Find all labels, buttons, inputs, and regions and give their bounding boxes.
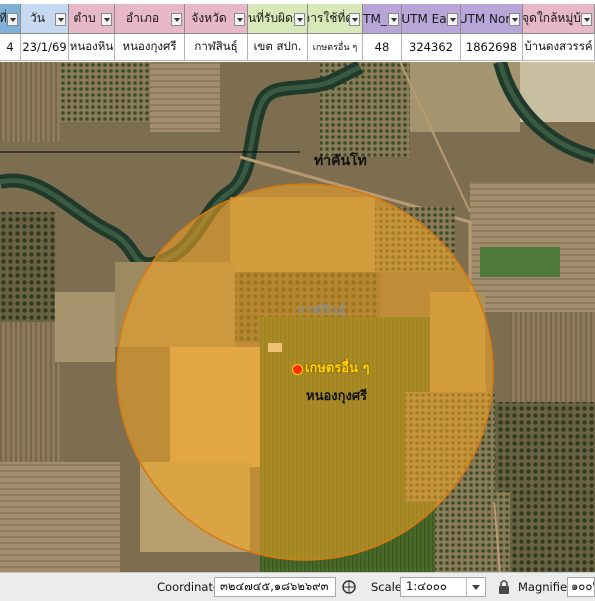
watermark-label: กาฬสินธุ์ [297, 303, 346, 318]
table-cell[interactable]: หนองกุงศรี [115, 34, 185, 61]
column-header-label: ที่ [0, 9, 7, 28]
column-header[interactable]: UTM Nor [461, 4, 523, 34]
table-cell[interactable]: 324362 [402, 34, 461, 61]
column-header[interactable]: วัน [21, 4, 69, 34]
column-header-label: UTM Nor [461, 11, 511, 26]
table-cell[interactable]: 4 [0, 34, 21, 61]
table-cell[interactable]: บ้านดงสวรรค์ [523, 34, 595, 61]
column-header[interactable]: จุดใกล้หมู่บ้ [523, 4, 595, 34]
column-header-label: จังหวัด [191, 11, 227, 25]
table-cell[interactable]: หนองหิน [69, 34, 115, 61]
filter-dropdown-icon[interactable] [171, 13, 182, 26]
lock-icon[interactable] [498, 573, 510, 601]
table-cell[interactable]: เกษตรอื่น ๆ [308, 34, 363, 61]
filter-dropdown-icon[interactable] [349, 13, 360, 26]
filter-dropdown-icon[interactable] [388, 13, 399, 26]
filter-dropdown-icon[interactable] [447, 13, 458, 26]
column-header[interactable]: พื้นที่รับผิดช [248, 4, 308, 34]
header-row: ที่ วัน ตำบ อำเภอ จังหวัด พื้นที่รับผิดชการใช… [0, 4, 595, 34]
coordinate-field[interactable]: ๓๒๔๗๔๕,๑๘๖๒๖๙๓ [214, 577, 336, 597]
scale-label: Scale [371, 580, 402, 594]
status-bar: Coordinate ๓๒๔๗๔๕,๑๘๖๒๖๙๓ Scale 1:๔๐๐๐ M… [0, 572, 595, 601]
attribute-table: ที่ วัน ตำบ อำเภอ จังหวัด พื้นที่รับผิดชการใช… [0, 0, 595, 63]
column-header[interactable]: จังหวัด [185, 4, 248, 34]
filter-dropdown-icon[interactable] [101, 13, 112, 26]
column-header-label: การใช้ที่ด [308, 11, 354, 25]
landuse-label: เกษตรอื่น ๆ [305, 361, 370, 376]
column-header-label: TM_ [363, 11, 387, 26]
column-header[interactable]: UTM Ea [402, 4, 461, 34]
table-cell[interactable]: 23/1/69 [21, 34, 69, 61]
column-header-label: ตำบ [73, 11, 96, 25]
column-header[interactable]: อำเภอ [115, 4, 185, 34]
location-point-marker[interactable] [292, 364, 303, 375]
table-cell[interactable]: เขต สปก. [248, 34, 308, 61]
magnifier-label: Magnifier [518, 580, 572, 594]
magnifier-value: ๑๐๐% [571, 579, 594, 593]
column-header-label: อำเภอ [125, 11, 160, 25]
scale-value: 1:๔๐๐๐ [406, 579, 447, 593]
table-row: 4 23/1/69 หนองหิน หนองกุงศรี กาฬสินธุ์ เขต สป… [0, 34, 595, 61]
table-cell[interactable]: 48 [363, 34, 402, 61]
filter-dropdown-icon[interactable] [509, 13, 520, 26]
coordinate-value: ๓๒๔๗๔๕,๑๘๖๒๖๙๓ [220, 579, 329, 593]
column-header[interactable]: ที่ [0, 4, 21, 34]
chevron-down-icon[interactable] [466, 578, 485, 596]
column-header-label: วัน [30, 11, 45, 25]
table-cell[interactable]: 1862698 [461, 34, 523, 61]
filter-dropdown-icon[interactable] [581, 13, 592, 26]
render-toggle-icon[interactable] [341, 573, 357, 601]
filter-dropdown-icon[interactable] [234, 13, 245, 26]
filter-dropdown-icon[interactable] [294, 13, 305, 26]
table-cell[interactable]: กาฬสินธุ์ [185, 34, 248, 61]
map-canvas[interactable]: กาฬสินธุ์ ท่าคันโท เกษตรอื่น ๆ หนองกุงศร… [0, 62, 595, 572]
district-label: หนองกุงศรี [306, 389, 368, 404]
filter-dropdown-icon[interactable] [55, 13, 66, 26]
magnifier-field[interactable]: ๑๐๐% [567, 577, 595, 597]
column-header-label: UTM Ea [402, 11, 447, 26]
column-header[interactable]: ตำบ [69, 4, 115, 34]
village-label: ท่าคันโท [314, 153, 367, 169]
column-header-label: จุดใกล้หมู่บ้ [523, 11, 581, 25]
coordinate-label: Coordinate [157, 580, 221, 594]
filter-dropdown-icon[interactable] [7, 13, 18, 26]
column-header[interactable]: การใช้ที่ด [308, 4, 363, 34]
column-header[interactable]: TM_ [363, 4, 402, 34]
scale-combo[interactable]: 1:๔๐๐๐ [400, 577, 486, 597]
